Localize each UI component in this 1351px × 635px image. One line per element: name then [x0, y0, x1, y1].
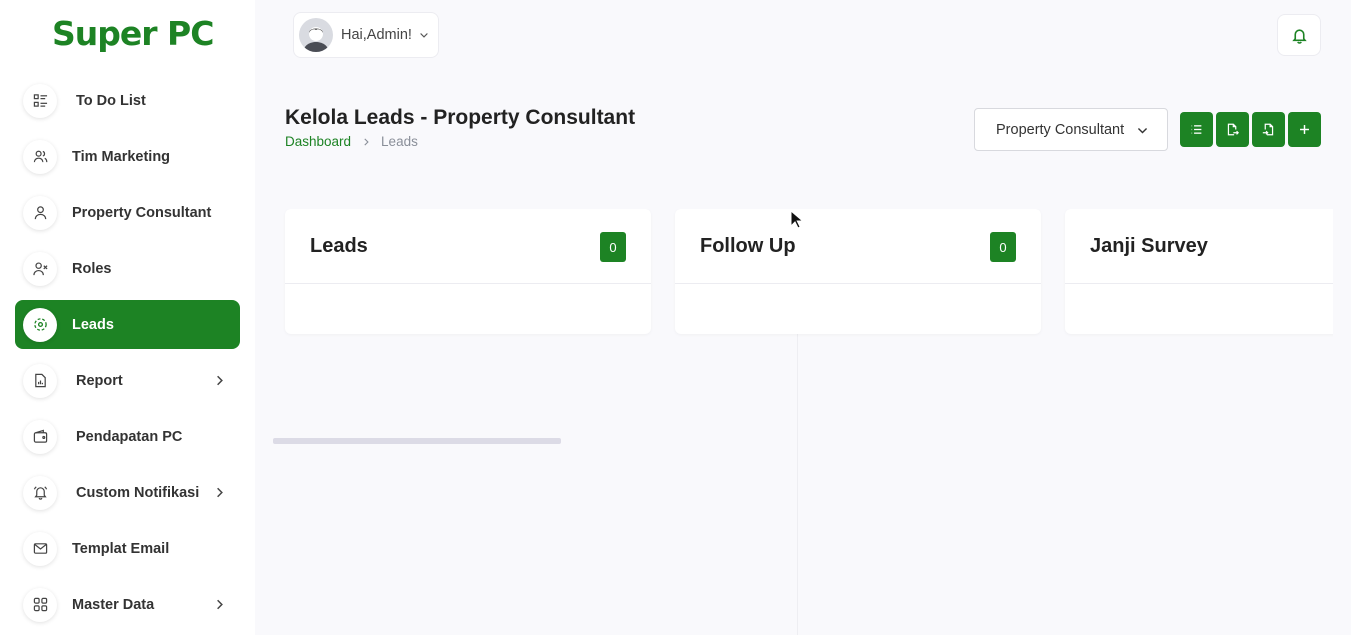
mouse-cursor-icon: [790, 210, 804, 229]
page-title: Kelola Leads - Property Consultant: [285, 106, 636, 129]
leads-kanban-board: Leads 0 Follow Up 0 Janji Survey: [273, 209, 1333, 449]
wallet-icon: [23, 419, 57, 454]
breadcrumb-link-dashboard[interactable]: Dashboard: [285, 134, 351, 149]
select-value: Property Consultant: [996, 121, 1125, 138]
column-title: Follow Up: [700, 235, 796, 257]
chevron-down-icon: [1137, 127, 1148, 134]
chevron-right-icon: [217, 487, 223, 498]
list-icon: [23, 83, 57, 118]
sidebar-item-label: Roles: [72, 260, 112, 277]
sidebar-item-label: Master Data: [72, 596, 155, 613]
user-x-icon: [23, 251, 57, 286]
plus-icon: [1300, 125, 1309, 134]
chevron-right-icon: [217, 375, 223, 386]
avatar: [299, 18, 333, 52]
sidebar-item-label: To Do List: [76, 92, 146, 109]
target-icon: [23, 307, 57, 342]
kanban-column-leads: Leads 0: [285, 209, 651, 334]
column-title: Leads: [310, 235, 368, 257]
sidebar-item-property-consultant[interactable]: Property Consultant: [15, 188, 240, 237]
sidebar-item-label: Pendapatan PC: [76, 428, 183, 445]
notification-button[interactable]: [1277, 14, 1321, 56]
column-title: Janji Survey: [1090, 235, 1208, 257]
users-icon: [23, 139, 57, 174]
user-menu[interactable]: Hai,Admin!: [293, 12, 439, 58]
mail-icon: [23, 531, 57, 566]
sidebar-item-label: Leads: [72, 316, 114, 333]
sidebar-item-label: Templat Email: [72, 540, 170, 557]
user-icon: [23, 195, 57, 230]
sidebar: Super PC To Do List Tim Marketing Proper…: [0, 0, 255, 635]
file-export-icon: [1227, 123, 1239, 136]
file-import-icon: [1262, 123, 1274, 136]
chevron-right-icon: [217, 599, 223, 610]
list-view-button[interactable]: [1180, 112, 1213, 147]
add-lead-button[interactable]: [1288, 112, 1321, 147]
sidebar-item-label: Property Consultant: [72, 204, 212, 221]
list-icon: [1191, 125, 1202, 134]
column-count-badge: 0: [990, 232, 1016, 262]
app-logo[interactable]: Super PC: [52, 14, 214, 53]
sidebar-item-label: Custom Notifikasi: [76, 484, 200, 501]
sidebar-item-master-data[interactable]: Master Data: [15, 580, 240, 629]
horizontal-scrollbar[interactable]: [273, 438, 561, 444]
column-header: Leads 0: [285, 209, 651, 284]
breadcrumb: Dashboard Leads: [285, 134, 418, 149]
sidebar-item-roles[interactable]: Roles: [15, 244, 240, 293]
column-header: Follow Up 0: [675, 209, 1041, 284]
grid-icon: [23, 587, 57, 622]
sidebar-item-templat-email[interactable]: Templat Email: [15, 524, 240, 573]
column-count-badge: 0: [600, 232, 626, 262]
user-greeting: Hai,Admin!: [341, 27, 412, 43]
sidebar-item-label: Tim Marketing: [72, 148, 171, 165]
sidebar-item-custom-notifikasi[interactable]: Custom Notifikasi: [15, 468, 240, 517]
sidebar-item-label: Report: [76, 372, 123, 389]
column-header: Janji Survey: [1065, 209, 1333, 284]
import-button[interactable]: [1252, 112, 1285, 147]
chevron-right-icon: [364, 137, 369, 146]
file-chart-icon: [23, 363, 57, 398]
kanban-column-janji-survey: Janji Survey: [1065, 209, 1333, 334]
chevron-down-icon: [420, 33, 428, 38]
sidebar-item-to-do-list[interactable]: To Do List: [15, 76, 240, 125]
bell-icon: [1291, 28, 1307, 44]
kanban-column-follow-up: Follow Up 0: [675, 209, 1041, 334]
sidebar-item-report[interactable]: Report: [15, 356, 240, 405]
export-button[interactable]: [1216, 112, 1249, 147]
bell-ring-icon: [23, 475, 57, 510]
breadcrumb-current: Leads: [381, 134, 418, 149]
sidebar-item-leads[interactable]: Leads: [15, 300, 240, 349]
consultant-filter-select[interactable]: Property Consultant: [974, 108, 1168, 151]
sidebar-item-tim-marketing[interactable]: Tim Marketing: [15, 132, 240, 181]
sidebar-item-pendapatan-pc[interactable]: Pendapatan PC: [15, 412, 240, 461]
